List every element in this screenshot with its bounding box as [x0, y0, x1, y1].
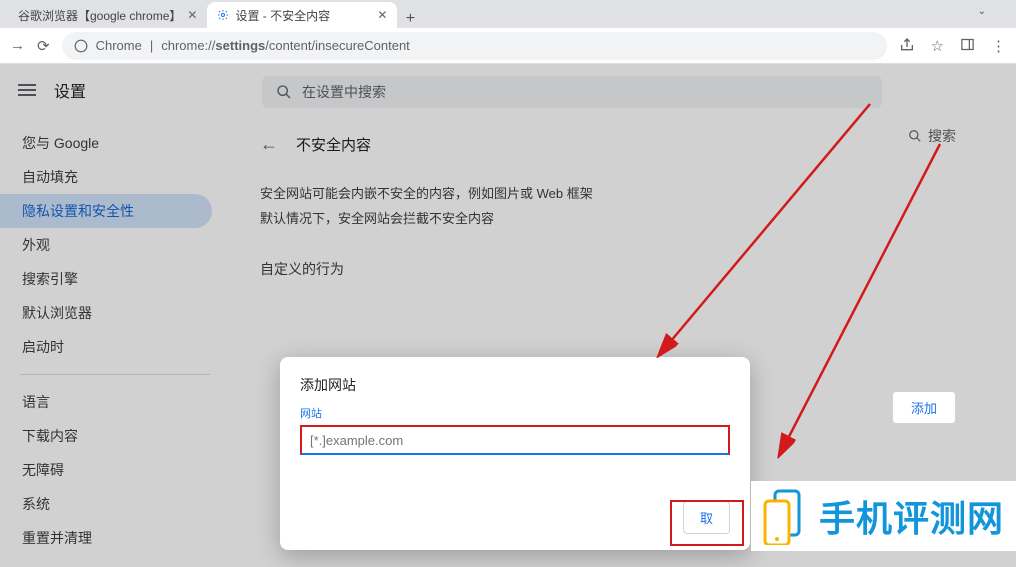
- browser-tab-active[interactable]: 设置 - 不安全内容 ✕: [207, 2, 397, 28]
- field-label: 网站: [300, 405, 730, 421]
- watermark-logo: 手机评测网: [751, 481, 1016, 551]
- star-icon[interactable]: ☆: [931, 37, 944, 55]
- toolbar-actions: ☆ ⋮: [899, 37, 1006, 55]
- back-icon[interactable]: →: [10, 37, 25, 54]
- address-path: chrome://settings/content/insecureConten…: [161, 38, 410, 53]
- browser-toolbar: → ⟳ Chrome | chrome://settings/content/i…: [0, 28, 1016, 64]
- browser-tab-strip: 谷歌浏览器【google chrome】 ✕ 设置 - 不安全内容 ✕ + ⌄: [0, 0, 1016, 28]
- close-icon[interactable]: ✕: [187, 8, 197, 22]
- new-tab-button[interactable]: +: [397, 10, 423, 28]
- close-icon[interactable]: ✕: [377, 8, 387, 22]
- annotation-arrow-2: [700, 134, 1000, 474]
- address-bar[interactable]: Chrome | chrome://settings/content/insec…: [62, 32, 887, 60]
- share-icon[interactable]: [899, 37, 915, 53]
- site-url-input[interactable]: [300, 425, 730, 455]
- reload-icon[interactable]: ⟳: [37, 37, 50, 55]
- browser-tab[interactable]: 谷歌浏览器【google chrome】 ✕: [8, 2, 207, 28]
- chrome-info-icon: [74, 39, 88, 53]
- tab-title: 设置 - 不安全内容: [235, 7, 330, 24]
- tab-title: 谷歌浏览器【google chrome】: [18, 7, 181, 24]
- panel-icon[interactable]: [960, 37, 975, 52]
- tab-overflow-icon[interactable]: ⌄: [978, 6, 986, 17]
- address-origin: Chrome: [96, 38, 142, 53]
- phone-icon: [759, 487, 809, 545]
- watermark-text: 手机评测网: [819, 490, 1004, 542]
- cancel-button[interactable]: 取: [683, 501, 730, 534]
- gear-icon: [217, 9, 229, 21]
- menu-icon[interactable]: ⋮: [991, 37, 1006, 55]
